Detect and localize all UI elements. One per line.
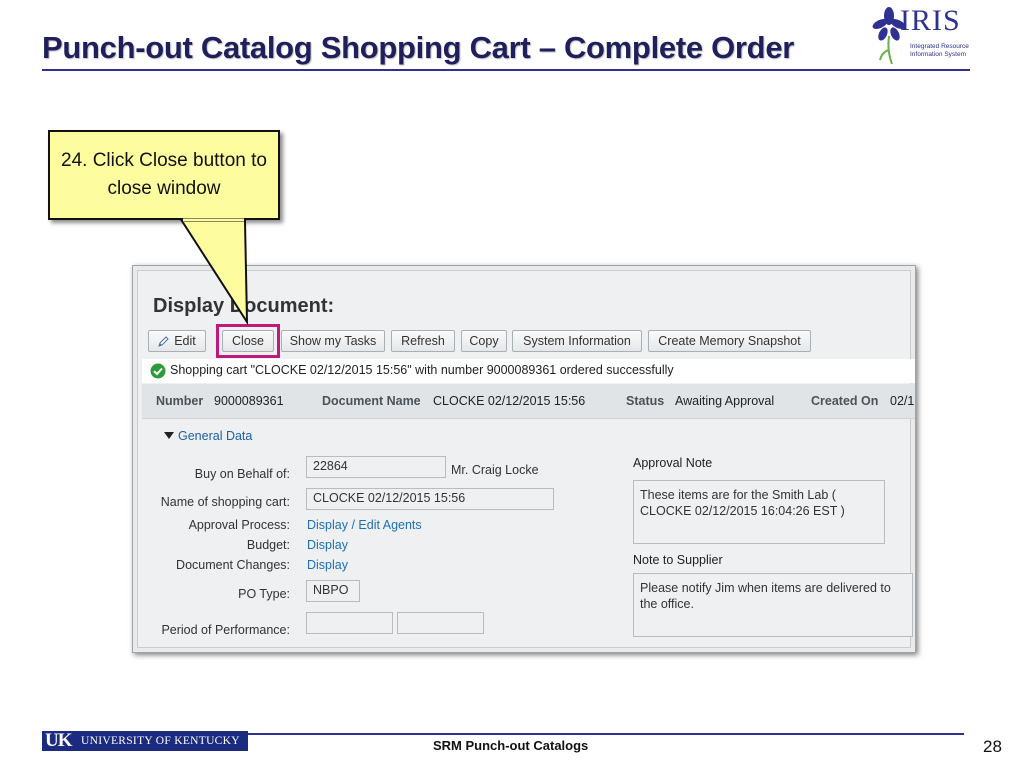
copy-button[interactable]: Copy bbox=[461, 330, 507, 352]
status-value: Awaiting Approval bbox=[675, 394, 775, 408]
edit-button-label: Edit bbox=[174, 334, 196, 348]
number-value: 9000089361 bbox=[214, 394, 284, 408]
document-changes-link[interactable]: Display bbox=[307, 558, 348, 572]
footer-divider bbox=[248, 733, 964, 735]
buy-on-behalf-field[interactable]: 22864 bbox=[306, 456, 446, 478]
approval-process-label: Approval Process: bbox=[188, 518, 290, 532]
university-of-kentucky-logo: UK UNIVERSITY OF KENTUCKY bbox=[42, 730, 248, 751]
slide-title: Punch-out Catalog Shopping Cart – Comple… bbox=[42, 30, 795, 65]
cart-name-label: Name of shopping cart: bbox=[160, 495, 290, 509]
po-type-label: PO Type: bbox=[238, 587, 290, 601]
iris-logo: IRIS Integrated Resource Information Sys… bbox=[872, 4, 977, 68]
document-changes-label: Document Changes: bbox=[176, 558, 290, 572]
close-button-highlight bbox=[216, 324, 280, 358]
instruction-callout: 24. Click Close button to close window bbox=[48, 130, 280, 220]
created-on-value: 02/1 bbox=[890, 394, 915, 408]
note-to-supplier-box[interactable]: Please notify Jim when items are deliver… bbox=[633, 573, 913, 637]
buy-on-behalf-label: Buy on Behalf of: bbox=[194, 467, 290, 481]
created-on-label: Created On bbox=[811, 394, 879, 408]
period-to-field[interactable] bbox=[397, 612, 484, 634]
instruction-callout-text: 24. Click Close button to close window bbox=[61, 150, 267, 199]
page-number: 28 bbox=[983, 737, 1002, 756]
iris-logo-line1: Integrated Resource bbox=[910, 43, 969, 50]
refresh-button[interactable]: Refresh bbox=[391, 330, 455, 352]
triangle-down-icon bbox=[164, 432, 174, 439]
check-circle-icon bbox=[150, 363, 166, 379]
uk-logo-mark: UK bbox=[45, 730, 72, 751]
uk-logo-name: UNIVERSITY OF KENTUCKY bbox=[81, 735, 240, 747]
success-message-bar: Shopping cart "CLOCKE 02/12/2015 15:56" … bbox=[142, 359, 915, 383]
document-title: Display Document: bbox=[153, 295, 335, 317]
pencil-icon bbox=[158, 336, 169, 347]
approval-note-label: Approval Note bbox=[633, 456, 713, 470]
document-window: Display Document: Edit Close Show my Tas… bbox=[137, 270, 915, 648]
note-to-supplier-label: Note to Supplier bbox=[633, 553, 723, 567]
approval-note-box[interactable]: These items are for the Smith Lab ( CLOC… bbox=[633, 480, 885, 544]
number-label: Number bbox=[156, 394, 204, 408]
document-name-label: Document Name bbox=[322, 394, 421, 408]
iris-logo-word: IRIS bbox=[900, 4, 961, 37]
create-memory-snapshot-button[interactable]: Create Memory Snapshot bbox=[648, 330, 811, 352]
edit-button[interactable]: Edit bbox=[148, 330, 206, 352]
footer-title: SRM Punch-out Catalogs bbox=[433, 738, 589, 753]
approval-process-link[interactable]: Display / Edit Agents bbox=[307, 518, 422, 532]
show-my-tasks-button[interactable]: Show my Tasks bbox=[281, 330, 385, 352]
title-divider bbox=[42, 69, 970, 71]
general-data-toggle[interactable]: General Data bbox=[164, 429, 252, 443]
document-name-value: CLOCKE 02/12/2015 15:56 bbox=[433, 394, 586, 408]
iris-logo-line2: Information System bbox=[910, 51, 966, 58]
general-data-label: General Data bbox=[178, 429, 253, 443]
system-information-button[interactable]: System Information bbox=[512, 330, 642, 352]
document-header: Number 9000089361 Document Name CLOCKE 0… bbox=[142, 384, 915, 419]
period-of-performance-label: Period of Performance: bbox=[161, 623, 290, 637]
budget-label: Budget: bbox=[246, 538, 290, 552]
status-label: Status bbox=[626, 394, 665, 408]
budget-display-link[interactable]: Display bbox=[307, 538, 348, 552]
success-message: Shopping cart "CLOCKE 02/12/2015 15:56" … bbox=[170, 363, 674, 377]
cart-name-field[interactable]: CLOCKE 02/12/2015 15:56 bbox=[306, 488, 554, 510]
srm-screenshot: Display Document: Edit Close Show my Tas… bbox=[132, 265, 916, 653]
buy-on-behalf-name: Mr. Craig Locke bbox=[451, 463, 539, 477]
period-from-field[interactable] bbox=[306, 612, 393, 634]
po-type-field[interactable]: NBPO bbox=[306, 580, 360, 602]
